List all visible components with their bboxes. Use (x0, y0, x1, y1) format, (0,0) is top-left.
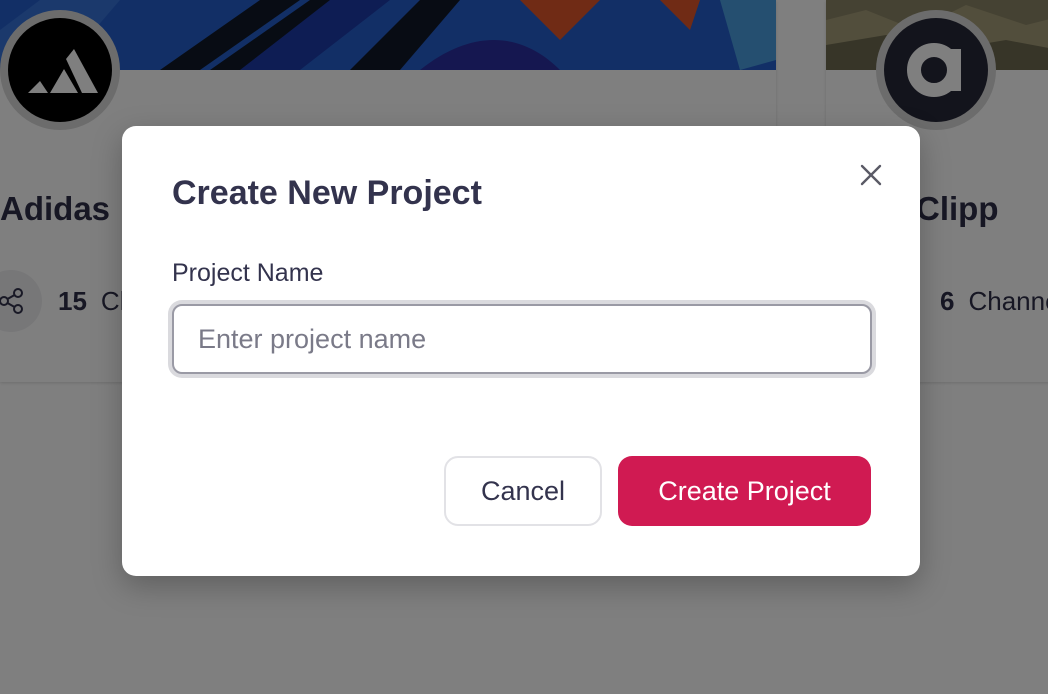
project-name-input[interactable] (172, 304, 872, 374)
page: Adidas 15 Channels (0, 0, 1048, 694)
dialog-title: Create New Project (172, 174, 482, 212)
create-project-button[interactable]: Create Project (618, 456, 871, 526)
close-button[interactable] (854, 158, 888, 192)
create-project-dialog: Create New Project Project Name Cancel C… (122, 126, 920, 576)
close-icon (860, 164, 882, 186)
project-name-label: Project Name (172, 259, 324, 287)
cancel-button[interactable]: Cancel (444, 456, 602, 526)
